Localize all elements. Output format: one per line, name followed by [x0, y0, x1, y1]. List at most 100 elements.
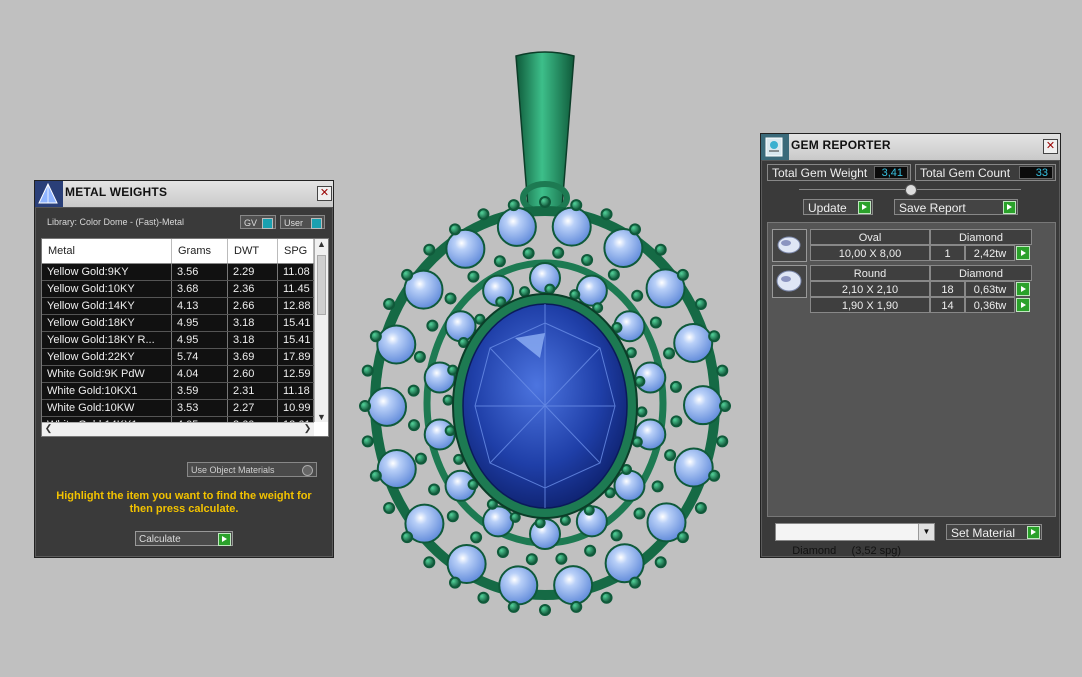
save-report-button[interactable]: Save Report [894, 199, 1018, 215]
cell-grams: 4.04 [172, 366, 228, 382]
prong-bead [570, 600, 583, 613]
table-row[interactable]: White Gold:10KX1 3.59 2.31 11.18 [42, 383, 314, 400]
round-diamond [376, 324, 417, 365]
material-select-value: Diamond (3,52 spg) [792, 545, 902, 557]
vertical-scrollbar[interactable]: ▲ ▼ [314, 239, 328, 422]
column-header-dwt[interactable]: DWT [228, 239, 278, 263]
prong-bead [654, 243, 667, 256]
scroll-left-icon[interactable]: ❮ [42, 423, 55, 434]
gem-report-icon [761, 134, 789, 160]
scroll-thumb[interactable] [317, 255, 326, 315]
prong-bead [493, 255, 506, 268]
column-header-metal[interactable]: Metal [42, 239, 172, 263]
gem-weight: 0,63tw [965, 281, 1015, 297]
cell-grams: 3.68 [172, 281, 228, 297]
prong-bead [534, 517, 546, 529]
gem-count: 1 [930, 245, 965, 261]
prong-bead [467, 270, 480, 283]
gem-size: 10,00 X 8,00 [810, 245, 930, 261]
prong-bead [447, 364, 459, 376]
prong-bead [570, 199, 583, 212]
cell-spg: 12.59 [278, 366, 314, 382]
table-row[interactable]: White Gold:9K PdW 4.04 2.60 12.59 [42, 366, 314, 383]
round-diamond [482, 505, 515, 538]
prong-bead [584, 544, 597, 557]
metal-weights-titlebar[interactable]: METAL WEIGHTS ✕ [35, 181, 333, 208]
user-toggle[interactable]: User [280, 215, 325, 229]
cell-grams: 4.95 [172, 315, 228, 331]
prong-bead [407, 384, 420, 397]
user-toggle-knob [311, 218, 322, 229]
set-material-button[interactable]: Set Material [946, 524, 1042, 540]
close-button[interactable]: ✕ [1043, 139, 1058, 154]
prong-bead [446, 510, 459, 523]
prong-bead [607, 268, 620, 281]
prong-bead [631, 436, 643, 448]
metal-weights-title: METAL WEIGHTS [65, 185, 168, 199]
prong-bead [414, 452, 427, 465]
oval-gem-icon[interactable] [772, 229, 807, 262]
cell-metal: Yellow Gold:14KY [42, 298, 172, 314]
prong-bead [559, 514, 571, 526]
cell-grams: 4.13 [172, 298, 228, 314]
gv-toggle[interactable]: GV [240, 215, 276, 229]
chevron-down-icon[interactable]: ▼ [918, 524, 934, 540]
gem-row-play-button[interactable] [1016, 282, 1030, 296]
prong-bead [636, 406, 648, 418]
cell-metal: Yellow Gold:9KY [42, 264, 172, 280]
gem-size: 2,10 X 2,10 [810, 281, 930, 297]
pendant-render[interactable] [340, 48, 750, 628]
cell-grams: 3.53 [172, 400, 228, 416]
close-button[interactable]: ✕ [317, 186, 332, 201]
table-row[interactable]: Yellow Gold:18KY R... 4.95 3.18 15.41 [42, 332, 314, 349]
column-header-spg[interactable]: SPG [278, 239, 314, 263]
total-gem-count: Total Gem Count 33 [915, 164, 1056, 181]
gem-row-play-button[interactable] [1016, 298, 1030, 312]
gem-material: Diamond [930, 265, 1032, 281]
horizontal-scrollbar[interactable]: ❮ ❯ [42, 422, 314, 436]
scroll-up-icon[interactable]: ▲ [315, 239, 328, 249]
slider-handle[interactable] [905, 184, 917, 196]
prong-bead [629, 223, 641, 236]
use-object-materials-label: Use Object Materials [191, 465, 275, 475]
round-diamond [673, 447, 714, 488]
gem-reporter-titlebar[interactable]: GEM REPORTER ✕ [761, 134, 1060, 161]
gem-row-play-button[interactable] [1016, 246, 1030, 260]
prong-bead [361, 435, 374, 448]
prong-bead [519, 286, 531, 298]
prong-bead [408, 419, 421, 432]
table-row[interactable]: Yellow Gold:22KY 5.74 3.69 17.89 [42, 349, 314, 366]
table-row[interactable]: Yellow Gold:10KY 3.68 2.36 11.45 [42, 281, 314, 298]
calculate-button[interactable]: Calculate [135, 531, 233, 546]
column-header-grams[interactable]: Grams [172, 239, 228, 263]
prong-bead [539, 196, 551, 208]
prong-bead [694, 298, 707, 310]
radio-icon[interactable] [302, 465, 313, 476]
prong-bead [507, 199, 520, 212]
prong-bead [600, 208, 613, 221]
user-toggle-label: User [284, 218, 304, 228]
use-object-materials-option[interactable]: Use Object Materials [187, 462, 317, 477]
round-gem-icon[interactable] [772, 265, 807, 298]
calculate-label: Calculate [139, 534, 181, 545]
scroll-down-icon[interactable]: ▼ [315, 412, 328, 422]
table-row[interactable]: Yellow Gold:18KY 4.95 3.18 15.41 [42, 315, 314, 332]
prong-bead [552, 246, 565, 259]
prong-bead [600, 591, 613, 604]
update-button[interactable]: Update [803, 199, 873, 215]
table-row[interactable]: Yellow Gold:9KY 3.56 2.29 11.08 [42, 264, 314, 281]
play-icon [858, 201, 871, 214]
round-diamond [445, 228, 486, 269]
cell-spg: 11.45 [278, 281, 314, 297]
material-select[interactable]: Diamond (3,52 spg) ▼ [775, 523, 935, 557]
gem-count: 14 [930, 297, 965, 313]
play-icon [1027, 526, 1040, 539]
gem-weight: 0,36tw [965, 297, 1015, 313]
cell-spg: 10.99 [278, 400, 314, 416]
round-diamond [498, 565, 539, 606]
round-diamond [604, 543, 645, 584]
table-row[interactable]: White Gold:10KW 3.53 2.27 10.99 [42, 400, 314, 417]
round-diamond [496, 206, 537, 247]
scroll-right-icon[interactable]: ❯ [301, 423, 314, 434]
table-row[interactable]: Yellow Gold:14KY 4.13 2.66 12.88 [42, 298, 314, 315]
